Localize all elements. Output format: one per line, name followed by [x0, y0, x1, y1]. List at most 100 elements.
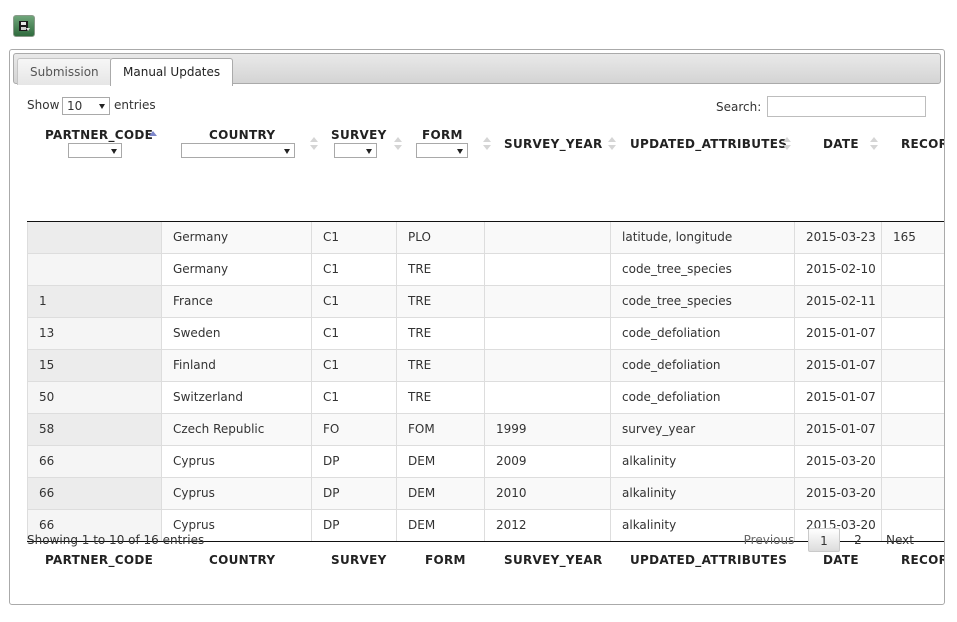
- cell-updated-attributes: alkalinity: [611, 446, 795, 477]
- table-row[interactable]: Germany C1 TRE code_tree_species 2015-02-10: [27, 254, 944, 286]
- cell-survey-year: [485, 318, 611, 349]
- cell-survey: DP: [312, 446, 397, 477]
- chevron-down-icon: [366, 149, 372, 154]
- table-row[interactable]: 13 Sweden C1 TRE code_defoliation 2015-01-07: [27, 318, 944, 350]
- survey-filter-select[interactable]: [334, 143, 377, 158]
- cell-form: TRE: [397, 318, 485, 349]
- table-row[interactable]: 66 Cyprus DP DEM 2009 alkalinity 2015-03-20: [27, 446, 944, 478]
- table-row[interactable]: 15 Finland C1 TRE code_defoliation 2015-01-07: [27, 350, 944, 382]
- cell-survey: C1: [312, 382, 397, 413]
- header-country[interactable]: COUNTRY: [162, 126, 318, 171]
- cell-date: 2015-02-11: [795, 286, 882, 317]
- cell-updated-attributes: code_defoliation: [611, 350, 795, 381]
- cell-updated-attributes: latitude, longitude: [611, 222, 795, 253]
- cell-updated-attributes: code_tree_species: [611, 254, 795, 285]
- table-row[interactable]: 58 Czech Republic FO FOM 1999 survey_year 2015…: [27, 414, 944, 446]
- cell-form: FOM: [397, 414, 485, 445]
- header-label: PARTNER_CODE: [45, 128, 154, 142]
- cell-records: [882, 414, 944, 445]
- cell-survey-year: [485, 350, 611, 381]
- header-label: UPDATED_ATTRIBUTES: [630, 137, 788, 151]
- save-export-button[interactable]: [13, 15, 35, 37]
- cell-partner-code: 1: [27, 286, 162, 317]
- tab-submission[interactable]: Submission: [17, 58, 112, 85]
- cell-form: TRE: [397, 382, 485, 413]
- save-export-icon: [19, 21, 30, 31]
- header-label: COUNTRY: [209, 128, 276, 142]
- cell-country: Czech Republic: [162, 414, 312, 445]
- header-date[interactable]: DATE: [795, 126, 882, 171]
- header-survey-year[interactable]: SURVEY_YEAR: [485, 126, 616, 171]
- footer-survey: SURVEY: [331, 553, 387, 567]
- chevron-down-icon: [111, 149, 117, 154]
- cell-date: 2015-01-07: [795, 414, 882, 445]
- cell-partner-code: 66: [27, 446, 162, 477]
- partner-code-filter-select[interactable]: [68, 143, 122, 158]
- cell-country: Cyprus: [162, 478, 312, 509]
- footer-survey-year: SURVEY_YEAR: [504, 553, 603, 567]
- pagination-previous[interactable]: Previous: [738, 528, 800, 552]
- cell-survey-year: [485, 222, 611, 253]
- pagination-page-1[interactable]: 1: [808, 528, 840, 552]
- table-row[interactable]: 50 Switzerland C1 TRE code_defoliation 2015-0…: [27, 382, 944, 414]
- chevron-down-icon: [457, 149, 463, 154]
- search-label: Search:: [716, 100, 762, 114]
- header-records[interactable]: RECORDS: [882, 126, 944, 171]
- cell-form: DEM: [397, 446, 485, 477]
- header-form[interactable]: FORM: [397, 126, 491, 171]
- header-partner-code[interactable]: PARTNER_CODE: [27, 126, 162, 171]
- tab-bar: Submission Manual Updates: [13, 53, 941, 86]
- tab-manual-updates[interactable]: Manual Updates: [110, 58, 234, 86]
- table-row[interactable]: Germany C1 PLO latitude, longitude 2015-03-2…: [27, 222, 944, 254]
- cell-survey: DP: [312, 478, 397, 509]
- chevron-down-icon: [99, 104, 105, 109]
- cell-partner-code: 13: [27, 318, 162, 349]
- cell-partner-code: 15: [27, 350, 162, 381]
- entries-per-page-select[interactable]: 10: [62, 97, 110, 115]
- cell-partner-code: 50: [27, 382, 162, 413]
- cell-survey-year: 2012: [485, 510, 611, 541]
- cell-updated-attributes: alkalinity: [611, 478, 795, 509]
- cell-date: 2015-01-07: [795, 382, 882, 413]
- cell-survey: C1: [312, 254, 397, 285]
- cell-partner-code: 66: [27, 478, 162, 509]
- sort-icon: [783, 137, 791, 151]
- chevron-down-icon: [284, 149, 290, 154]
- cell-records: [882, 382, 944, 413]
- cell-survey: C1: [312, 350, 397, 381]
- footer-updated-attributes: UPDATED_ATTRIBUTES: [630, 553, 788, 567]
- cell-survey-year: [485, 286, 611, 317]
- header-survey[interactable]: SURVEY: [312, 126, 402, 171]
- table-row[interactable]: 66 Cyprus DP DEM 2010 alkalinity 2015-03-20: [27, 478, 944, 510]
- cell-date: 2015-03-20: [795, 446, 882, 477]
- country-filter-select[interactable]: [181, 143, 295, 158]
- cell-survey-year: 1999: [485, 414, 611, 445]
- cell-survey-year: 2010: [485, 478, 611, 509]
- footer-country: COUNTRY: [209, 553, 276, 567]
- search-input[interactable]: [767, 96, 926, 117]
- cell-survey: FO: [312, 414, 397, 445]
- footer-form: FORM: [425, 553, 466, 567]
- cell-form: DEM: [397, 478, 485, 509]
- cell-updated-attributes: code_defoliation: [611, 382, 795, 413]
- pagination-page-2[interactable]: 2: [848, 528, 868, 552]
- cell-country: France: [162, 286, 312, 317]
- cell-country: Cyprus: [162, 446, 312, 477]
- footer-records: RECORDS: [901, 553, 944, 567]
- cell-country: Finland: [162, 350, 312, 381]
- cell-date: 2015-02-10: [795, 254, 882, 285]
- form-filter-select[interactable]: [416, 143, 468, 158]
- cell-survey-year: [485, 254, 611, 285]
- cell-records: [882, 478, 944, 509]
- cell-partner-code: 58: [27, 414, 162, 445]
- cell-records: 165: [893, 230, 916, 244]
- table-row[interactable]: 1 France C1 TRE code_tree_species 2015-02-11: [27, 286, 944, 318]
- footer-partner-code: PARTNER_CODE: [45, 553, 154, 567]
- pagination-next[interactable]: Next: [883, 528, 917, 552]
- header-updated-attributes[interactable]: UPDATED_ATTRIBUTES: [611, 126, 795, 171]
- header-label: SURVEY: [331, 128, 387, 142]
- cell-updated-attributes: survey_year: [611, 414, 795, 445]
- cell-survey: DP: [312, 510, 397, 541]
- table-info: Showing 1 to 10 of 16 entries: [27, 533, 205, 547]
- cell-date: 2015-03-23: [795, 222, 882, 253]
